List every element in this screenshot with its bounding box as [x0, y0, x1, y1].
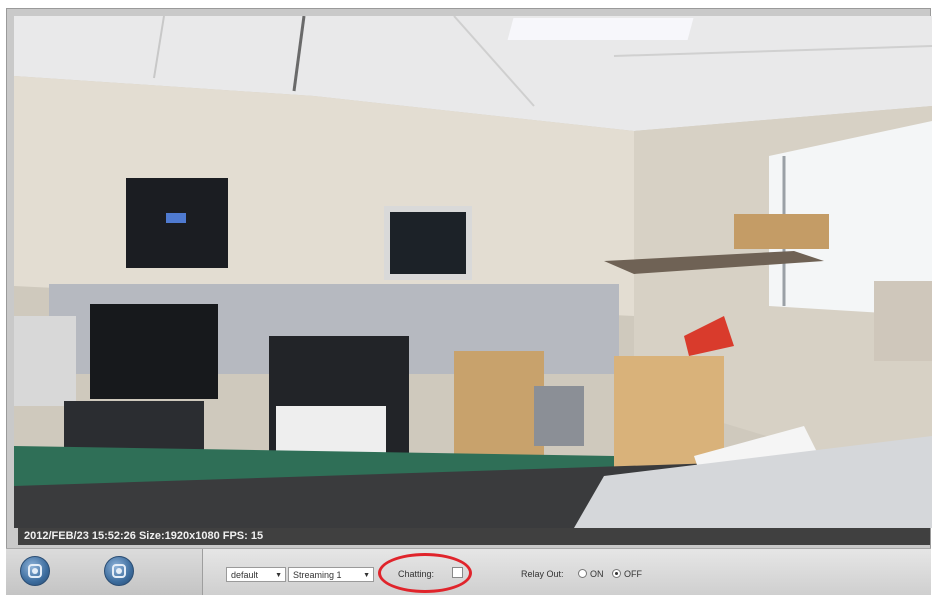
relay-off-radio[interactable]: [612, 569, 621, 578]
relay-out-label: Relay Out:: [521, 569, 564, 579]
camera-feed-image: [14, 16, 932, 528]
chevron-down-icon: ▼: [363, 572, 370, 579]
record-icon: [112, 564, 126, 578]
toolbar-left-panel: [6, 549, 203, 595]
relay-on-label: ON: [590, 569, 604, 579]
relay-on-radio[interactable]: [578, 569, 587, 578]
chatting-highlight-ring: [378, 553, 472, 593]
live-video-view[interactable]: [14, 16, 932, 528]
profile-select-value: default: [231, 570, 259, 580]
camera-snapshot-icon: [28, 564, 42, 578]
profile-select[interactable]: default ▼: [226, 567, 286, 582]
record-button[interactable]: [104, 556, 134, 586]
stream-select[interactable]: Streaming 1 ▼: [288, 567, 374, 582]
relay-off-label: OFF: [624, 569, 642, 579]
stream-select-value: Streaming 1: [293, 570, 342, 580]
chevron-down-icon: ▼: [275, 572, 282, 579]
camera-snapshot-button[interactable]: [20, 556, 50, 586]
video-status-overlay: 2012/FEB/23 15:52:26 Size:1920x1080 FPS:…: [18, 528, 930, 545]
